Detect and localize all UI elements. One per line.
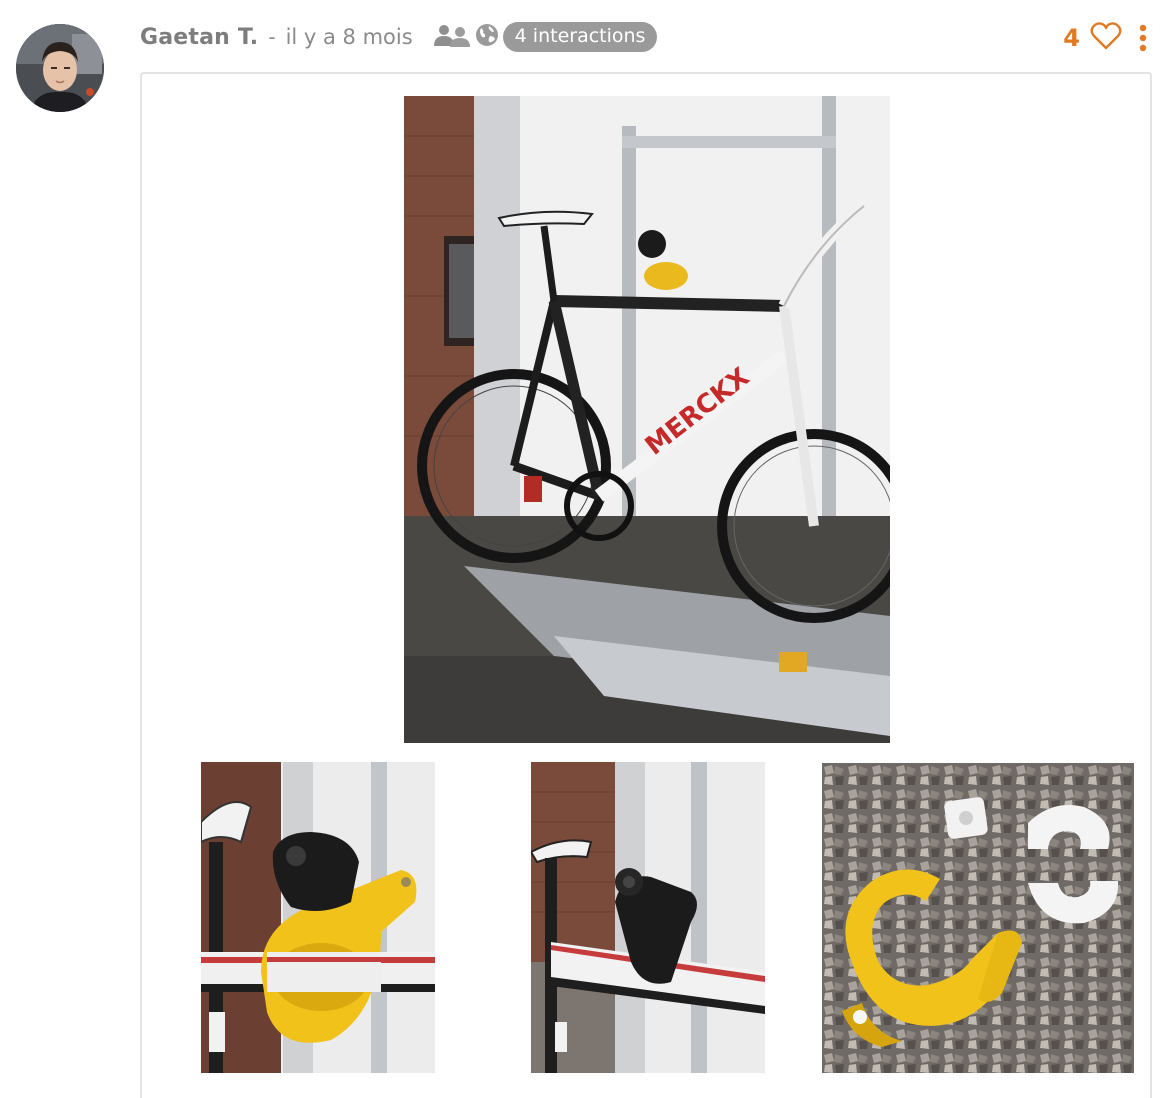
like-button[interactable]: 4 (1063, 22, 1122, 54)
more-vertical-icon[interactable] (1136, 24, 1150, 52)
printed-parts-on-gravel-photo[interactable] (822, 763, 1134, 1073)
globe-icon (475, 23, 499, 51)
bike-on-rack-photo[interactable]: MERCKX (404, 96, 890, 743)
separator: - (268, 25, 276, 49)
like-count: 4 (1063, 24, 1080, 52)
audience-icons: 4 interactions (433, 22, 658, 52)
post-header: Gaetan T. - il y a 8 mois 4 interactions (140, 18, 658, 56)
post-time[interactable]: il y a 8 mois (286, 25, 413, 49)
lock-closeup-photo[interactable] (201, 762, 435, 1073)
interactions-badge[interactable]: 4 interactions (502, 22, 658, 52)
group-icon (433, 23, 471, 51)
post: Gaetan T. - il y a 8 mois 4 interactions… (0, 0, 1176, 1098)
author-name[interactable]: Gaetan T. (140, 25, 258, 50)
heart-outline-icon[interactable] (1090, 22, 1122, 54)
lock-mounted-photo[interactable] (531, 762, 765, 1073)
avatar[interactable] (16, 24, 104, 112)
